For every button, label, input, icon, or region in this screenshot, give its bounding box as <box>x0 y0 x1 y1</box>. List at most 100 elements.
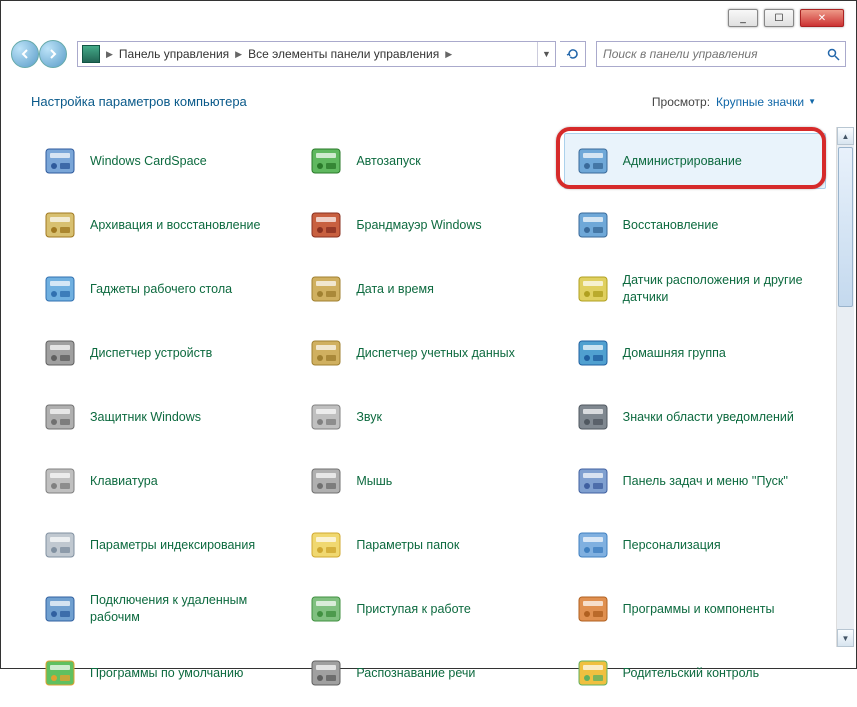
control-panel-item[interactable]: Персонализация <box>564 517 826 573</box>
item-icon <box>40 589 80 629</box>
search-icon[interactable] <box>821 42 845 66</box>
scroll-up-button[interactable]: ▲ <box>837 127 854 145</box>
titlebar: _ ☐ ✕ <box>1 1 856 36</box>
item-label: Клавиатура <box>90 473 158 490</box>
item-label: Распознавание речи <box>356 665 475 682</box>
control-panel-item[interactable]: Распознавание речи <box>297 645 559 701</box>
search-box[interactable] <box>596 41 846 67</box>
control-panel-item[interactable]: Диспетчер учетных данных <box>297 325 559 381</box>
item-label: Дата и время <box>356 281 434 298</box>
control-panel-item[interactable]: Подключения к удаленным рабочим <box>31 581 293 637</box>
item-icon <box>40 205 80 245</box>
item-label: Брандмауэр Windows <box>356 217 481 234</box>
item-icon <box>573 205 613 245</box>
control-panel-item[interactable]: Автозапуск <box>297 133 559 189</box>
item-label: Датчик расположения и другие датчики <box>623 272 817 306</box>
control-panel-item[interactable]: Родительский контроль <box>564 645 826 701</box>
control-panel-item[interactable]: Администрирование <box>564 133 826 189</box>
item-label: Восстановление <box>623 217 719 234</box>
breadcrumb-dropdown[interactable]: ▼ <box>537 42 555 66</box>
item-icon <box>306 397 346 437</box>
control-panel-item[interactable]: Программы и компоненты <box>564 581 826 637</box>
item-icon <box>40 397 80 437</box>
item-icon <box>40 141 80 181</box>
breadcrumb-label: Панель управления <box>119 47 229 61</box>
control-panel-item[interactable]: Архивация и восстановление <box>31 197 293 253</box>
item-icon <box>40 333 80 373</box>
item-icon <box>306 589 346 629</box>
item-label: Программы и компоненты <box>623 601 775 618</box>
item-icon <box>306 205 346 245</box>
navbar: ▶ Панель управления ▶ Все элементы панел… <box>1 36 856 72</box>
control-panel-item[interactable]: Защитник Windows <box>31 389 293 445</box>
control-panel-item[interactable]: Клавиатура <box>31 453 293 509</box>
control-panel-item[interactable]: Датчик расположения и другие датчики <box>564 261 826 317</box>
chevron-right-icon: ▶ <box>104 49 115 60</box>
item-icon <box>573 269 613 309</box>
scroll-track[interactable] <box>837 145 854 629</box>
breadcrumb-seg-2[interactable]: Все элементы панели управления <box>244 42 443 66</box>
scrollbar[interactable]: ▲ ▼ <box>836 127 854 647</box>
control-panel-item[interactable]: Программы по умолчанию <box>31 645 293 701</box>
control-panel-item[interactable]: Windows CardSpace <box>31 133 293 189</box>
control-panel-item[interactable]: Звук <box>297 389 559 445</box>
control-panel-icon <box>82 45 100 63</box>
item-icon <box>573 333 613 373</box>
refresh-button[interactable] <box>560 41 586 67</box>
item-icon <box>40 653 80 693</box>
item-icon <box>306 269 346 309</box>
view-by-dropdown[interactable]: Крупные значки ▼ <box>716 95 816 109</box>
control-panel-item[interactable]: Панель задач и меню ''Пуск'' <box>564 453 826 509</box>
item-label: Мышь <box>356 473 392 490</box>
item-label: Администрирование <box>623 153 742 170</box>
scroll-down-button[interactable]: ▼ <box>837 629 854 647</box>
back-button[interactable] <box>11 40 39 68</box>
item-label: Архивация и восстановление <box>90 217 260 234</box>
content-grid: Windows CardSpace Автозапуск Администрир… <box>1 127 856 707</box>
control-panel-item[interactable]: Параметры папок <box>297 517 559 573</box>
control-panel-item[interactable]: Приступая к работе <box>297 581 559 637</box>
control-panel-item[interactable]: Брандмауэр Windows <box>297 197 559 253</box>
item-label: Персонализация <box>623 537 721 554</box>
search-input[interactable] <box>597 47 821 61</box>
item-label: Гаджеты рабочего стола <box>90 281 232 298</box>
item-label: Подключения к удаленным рабочим <box>90 592 284 626</box>
view-by-label: Просмотр: <box>652 95 710 109</box>
refresh-icon <box>566 47 580 61</box>
control-panel-item[interactable]: Гаджеты рабочего стола <box>31 261 293 317</box>
item-label: Параметры папок <box>356 537 459 554</box>
item-icon <box>573 525 613 565</box>
breadcrumb[interactable]: ▶ Панель управления ▶ Все элементы панел… <box>77 41 556 67</box>
control-panel-item[interactable]: Мышь <box>297 453 559 509</box>
header-row: Настройка параметров компьютера Просмотр… <box>1 72 856 127</box>
item-icon <box>40 525 80 565</box>
item-label: Windows CardSpace <box>90 153 207 170</box>
item-label: Домашняя группа <box>623 345 726 362</box>
item-label: Автозапуск <box>356 153 420 170</box>
item-label: Параметры индексирования <box>90 537 255 554</box>
item-icon <box>306 653 346 693</box>
control-panel-item[interactable]: Восстановление <box>564 197 826 253</box>
item-label: Приступая к работе <box>356 601 470 618</box>
item-icon <box>573 141 613 181</box>
view-by: Просмотр: Крупные значки ▼ <box>652 95 816 109</box>
control-panel-item[interactable]: Значки области уведомлений <box>564 389 826 445</box>
close-button[interactable]: ✕ <box>800 9 844 27</box>
control-panel-item[interactable]: Диспетчер устройств <box>31 325 293 381</box>
minimize-button[interactable]: _ <box>728 9 758 27</box>
item-label: Панель задач и меню ''Пуск'' <box>623 473 788 490</box>
item-icon <box>306 333 346 373</box>
scroll-thumb[interactable] <box>838 147 853 307</box>
maximize-button[interactable]: ☐ <box>764 9 794 27</box>
forward-button[interactable] <box>39 40 67 68</box>
control-panel-item[interactable]: Параметры индексирования <box>31 517 293 573</box>
item-label: Родительский контроль <box>623 665 759 682</box>
item-icon <box>40 269 80 309</box>
chevron-right-icon: ▶ <box>233 49 244 60</box>
breadcrumb-label: Все элементы панели управления <box>248 47 439 61</box>
breadcrumb-seg-1[interactable]: Панель управления <box>115 42 233 66</box>
view-by-value: Крупные значки <box>716 95 804 109</box>
item-label: Диспетчер учетных данных <box>356 345 515 362</box>
control-panel-item[interactable]: Дата и время <box>297 261 559 317</box>
control-panel-item[interactable]: Домашняя группа <box>564 325 826 381</box>
